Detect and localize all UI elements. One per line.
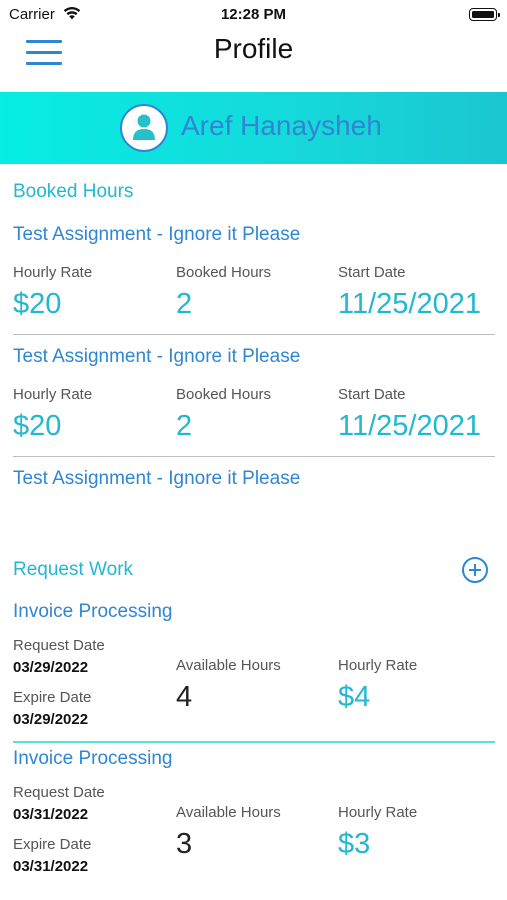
hourly-rate-value: $4 bbox=[338, 681, 371, 713]
plus-circle-icon[interactable] bbox=[462, 557, 488, 583]
available-hours-value: 4 bbox=[176, 681, 193, 713]
booked-hours-value: 2 bbox=[176, 288, 193, 320]
expire-date-label: Expire Date bbox=[13, 689, 92, 706]
request-item-title[interactable]: Invoice Processing bbox=[13, 601, 172, 623]
booked-hours-section-label: Booked Hours bbox=[13, 181, 134, 202]
hourly-rate-label: Hourly Rate bbox=[13, 264, 93, 281]
request-date-label: Request Date bbox=[13, 784, 105, 801]
start-date-value: 11/25/2021 bbox=[338, 288, 481, 320]
request-date-value: 03/29/2022 bbox=[13, 659, 89, 676]
booked-item-title[interactable]: Test Assignment - Ignore it Please bbox=[13, 224, 300, 246]
request-item-title[interactable]: Invoice Processing bbox=[13, 748, 172, 770]
hourly-rate-label: Hourly Rate bbox=[338, 804, 418, 821]
request-work-section-label: Request Work bbox=[13, 559, 134, 580]
page-title: Profile bbox=[213, 33, 294, 64]
request-date-label: Request Date bbox=[13, 637, 105, 654]
hourly-rate-label: Hourly Rate bbox=[338, 657, 418, 674]
hourly-rate-label: Hourly Rate bbox=[13, 386, 93, 403]
booked-hours-label: Booked Hours bbox=[176, 386, 272, 403]
start-date-label: Start Date bbox=[338, 264, 406, 281]
expire-date-value: 03/31/2022 bbox=[13, 858, 89, 875]
start-date-value: 11/25/2021 bbox=[338, 410, 481, 442]
battery-icon bbox=[469, 8, 500, 21]
profile-name: Aref Hanaysheh bbox=[181, 110, 382, 141]
available-hours-value: 3 bbox=[176, 828, 193, 860]
profile-banner: Aref Hanaysheh bbox=[0, 92, 507, 164]
hourly-rate-value: $20 bbox=[13, 410, 62, 442]
booked-item-title[interactable]: Test Assignment - Ignore it Please bbox=[13, 346, 300, 368]
booked-hours-label: Booked Hours bbox=[176, 264, 272, 281]
request-date-value: 03/31/2022 bbox=[13, 806, 89, 823]
hourly-rate-value: $20 bbox=[13, 288, 62, 320]
divider bbox=[13, 456, 495, 457]
booked-hours-value: 2 bbox=[176, 410, 193, 442]
hourly-rate-value: $3 bbox=[338, 828, 371, 860]
divider bbox=[13, 741, 495, 743]
divider bbox=[13, 334, 495, 335]
status-time: 12:28 PM bbox=[220, 6, 287, 23]
start-date-label: Start Date bbox=[338, 386, 406, 403]
nav-bar: Profile bbox=[0, 30, 507, 90]
available-hours-label: Available Hours bbox=[176, 804, 281, 821]
user-avatar-icon[interactable] bbox=[120, 104, 168, 152]
booked-item-title[interactable]: Test Assignment - Ignore it Please bbox=[13, 468, 300, 490]
available-hours-label: Available Hours bbox=[176, 657, 281, 674]
status-bar: Carrier 12:28 PM bbox=[0, 0, 507, 30]
expire-date-value: 03/29/2022 bbox=[13, 711, 89, 728]
expire-date-label: Expire Date bbox=[13, 836, 92, 853]
